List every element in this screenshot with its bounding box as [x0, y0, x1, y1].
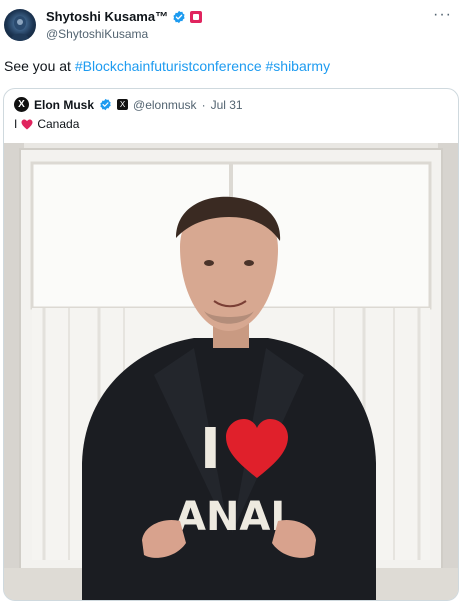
quoted-separator: · [201, 97, 206, 112]
shirt-letter-i: I [200, 417, 221, 482]
author-avatar[interactable] [4, 9, 36, 41]
tweet-text-prefix: See you at [4, 58, 75, 74]
quoted-author-handle: @elonmusk [133, 97, 197, 112]
quoted-author-name: Elon Musk [34, 97, 95, 112]
author-handle[interactable]: @ShytoshiKusama [46, 27, 148, 41]
tweet: Shytoshi Kusama™ @ShytoshiKusama ··· See… [0, 0, 463, 603]
red-heart-icon [21, 119, 33, 129]
quoted-tweet-header: X Elon Musk X @elonmusk · Jul 31 [14, 97, 243, 112]
author-name-row: Shytoshi Kusama™ [46, 9, 203, 24]
hashtag-shibarmy[interactable]: #shibarmy [266, 58, 331, 74]
quoted-tweet-photo[interactable]: I ANAI [4, 143, 458, 600]
quoted-text-suffix: Canada [37, 117, 80, 131]
shirt-text-canada: ANAI [175, 494, 285, 540]
quoted-date: Jul 31 [210, 97, 243, 112]
quoted-verified-badge-icon [100, 98, 111, 111]
quoted-tweet[interactable]: X Elon Musk X @elonmusk · Jul 31 I Canad… [3, 88, 459, 601]
more-options-icon[interactable]: ··· [433, 6, 452, 24]
hashtag-blockchainfuturistconference[interactable]: #Blockchainfuturistconference [75, 58, 262, 74]
quoted-text-prefix: I [14, 117, 18, 131]
quoted-author-avatar[interactable]: X [14, 97, 29, 112]
quoted-tweet-text: I Canada [14, 117, 79, 131]
affiliate-badge-icon[interactable] [190, 10, 203, 23]
verified-badge-icon [173, 10, 185, 23]
x-affiliate-badge-icon: X [117, 99, 129, 110]
author-display-name[interactable]: Shytoshi Kusama™ [46, 9, 168, 24]
tweet-text: See you at #Blockchainfuturistconference… [4, 58, 330, 74]
